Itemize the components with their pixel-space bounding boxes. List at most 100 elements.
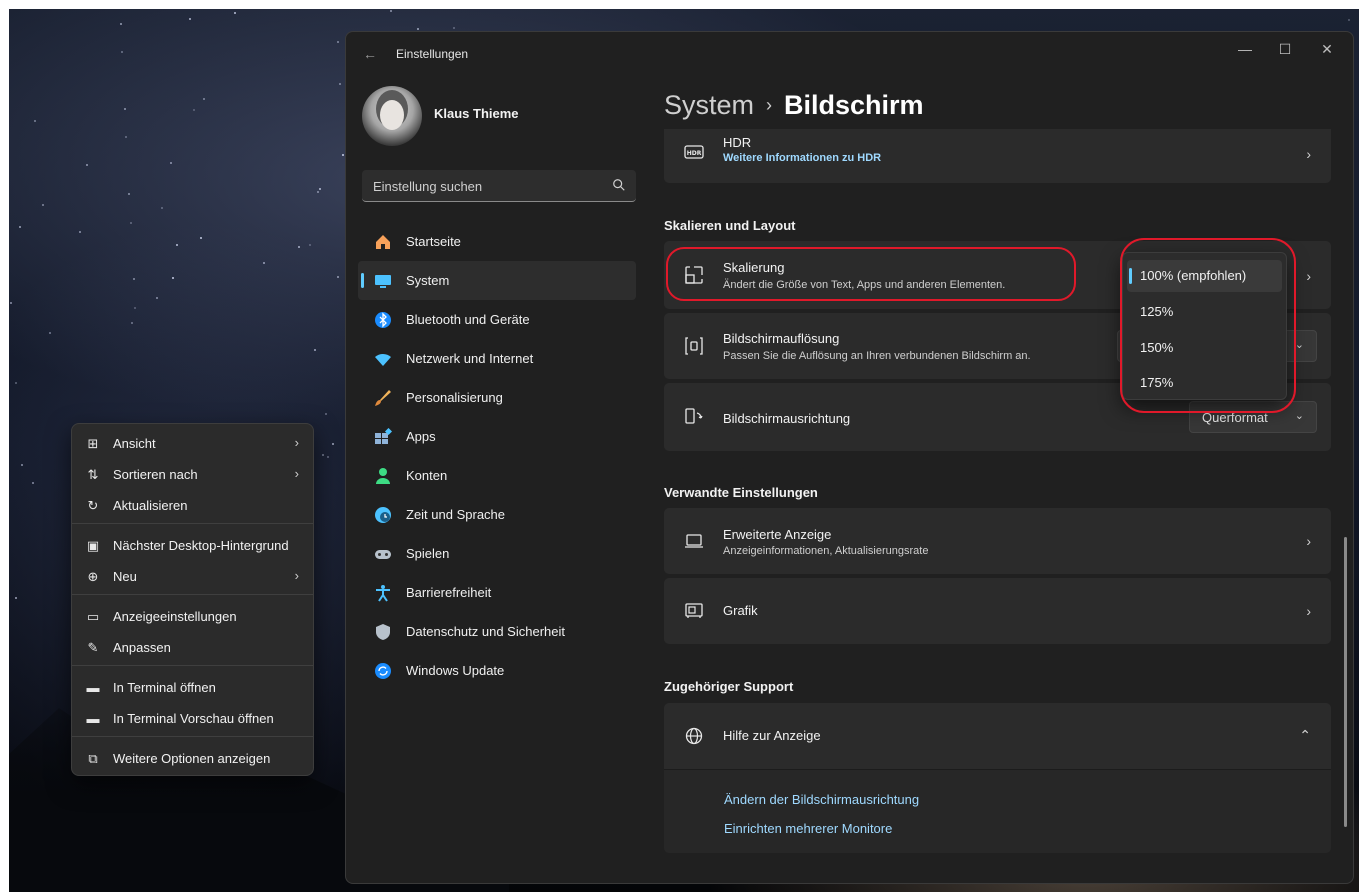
gamepad-icon	[375, 550, 391, 559]
desktop-context-menu: ⊞ Ansicht › ⇅ Sortieren nach › ↻ Aktualisier…	[71, 423, 314, 776]
sidebar-item-label: Konten	[406, 468, 448, 483]
scale-option-100[interactable]: 100% (empfohlen)	[1127, 260, 1282, 292]
orientation-title: Bildschirmausrichtung	[723, 411, 851, 426]
star	[161, 206, 163, 209]
hdr-title: HDR	[723, 135, 752, 150]
back-button[interactable]: ←	[360, 44, 380, 64]
star	[193, 108, 196, 111]
star	[34, 119, 37, 122]
context-menu-item-weitere-optionen-anzeigen[interactable]: ⧉ Weitere Optionen anzeigen	[76, 743, 311, 773]
context-menu-item-ansicht[interactable]: ⊞ Ansicht ›	[76, 428, 311, 458]
context-menu-separator	[72, 594, 313, 595]
context-menu-item-anpassen[interactable]: ✎ Anpassen	[76, 632, 311, 662]
brush-icon	[375, 390, 391, 406]
shield-icon	[376, 624, 390, 640]
context-menu-item-in-terminal-vorschau-öffnen[interactable]: ▬ In Terminal Vorschau öffnen	[76, 703, 311, 733]
sidebar-item-windows-update[interactable]: Windows Update	[358, 651, 636, 690]
orientation-value: Querformat	[1202, 410, 1268, 425]
chevron-right-icon: ›	[294, 568, 299, 583]
svg-text:HDR: HDR	[687, 150, 702, 157]
star	[121, 51, 124, 54]
star	[313, 349, 316, 352]
scale-option-label: 175%	[1140, 375, 1174, 390]
sidebar-item-barrierefreiheit[interactable]: Barrierefreiheit	[358, 573, 636, 612]
star	[390, 10, 393, 12]
sidebar-item-netzwerk-und-internet[interactable]: Netzwerk und Internet	[358, 339, 636, 378]
scale-option-label: 150%	[1140, 340, 1174, 355]
sidebar-item-apps[interactable]: Apps	[358, 417, 636, 456]
context-menu-item-nächster-desktop-hintergrund[interactable]: ▣ Nächster Desktop-Hintergrund	[76, 530, 311, 560]
context-menu-separator	[72, 736, 313, 737]
star	[119, 22, 122, 25]
sidebar-item-spielen[interactable]: Spielen	[358, 534, 636, 573]
star	[15, 597, 17, 600]
context-menu-item-aktualisieren[interactable]: ↻ Aktualisieren	[76, 490, 311, 520]
hdr-card[interactable]: HDR HDR Weitere Informationen zu HDR ›	[664, 129, 1331, 183]
chevron-right-icon: ›	[1306, 603, 1311, 619]
sidebar-item-label: Spielen	[406, 546, 450, 561]
star	[132, 278, 135, 281]
globe-clock-icon	[375, 507, 391, 523]
context-menu-label: Anpassen	[113, 640, 171, 655]
hdr-link[interactable]: Weitere Informationen zu HDR	[723, 152, 881, 164]
scale-option-label: 125%	[1140, 304, 1174, 319]
person-icon	[376, 468, 390, 484]
breadcrumb-parent[interactable]: System	[664, 90, 754, 120]
minimize-button[interactable]: —	[1225, 36, 1265, 66]
graphics-card[interactable]: Grafik ›	[664, 578, 1331, 644]
bluetooth-icon	[375, 312, 391, 328]
avatar[interactable]	[362, 86, 422, 146]
resolution-icon	[685, 337, 703, 355]
star	[298, 246, 301, 249]
link-change-orientation[interactable]: Ändern der Bildschirmausrichtung	[724, 792, 919, 807]
resolution-title: Bildschirmauflösung	[723, 331, 840, 346]
sidebar-item-datenschutz-und-sicherheit[interactable]: Datenschutz und Sicherheit	[358, 612, 636, 651]
close-button[interactable]: ✕	[1307, 36, 1347, 66]
sidebar-item-zeit-und-sprache[interactable]: Zeit und Sprache	[358, 495, 636, 534]
sidebar-item-startseite[interactable]: Startseite	[358, 222, 636, 261]
sidebar-item-label: Datenschutz und Sicherheit	[406, 624, 565, 639]
advanced-display-subtitle: Anzeigeinformationen, Aktualisierungsrat…	[723, 545, 929, 557]
advanced-display-title: Erweiterte Anzeige	[723, 527, 832, 542]
star	[321, 453, 324, 456]
sidebar-item-system[interactable]: System	[358, 261, 636, 300]
context-menu-item-sortieren-nach[interactable]: ⇅ Sortieren nach ›	[76, 459, 311, 489]
accessibility-icon	[376, 585, 390, 602]
star	[1348, 18, 1351, 21]
context-menu-icon: ⊞	[87, 436, 99, 451]
sidebar-item-bluetooth-und-geräte[interactable]: Bluetooth und Geräte	[358, 300, 636, 339]
scale-option-125[interactable]: 125%	[1127, 296, 1282, 328]
star	[175, 244, 178, 247]
scale-option-150[interactable]: 150%	[1127, 332, 1282, 364]
star	[263, 261, 266, 264]
section-related: Verwandte Einstellungen	[664, 485, 818, 500]
wifi-icon	[375, 353, 391, 366]
scaling-subtitle: Ändert die Größe von Text, Apps und ande…	[723, 279, 1006, 291]
orientation-dropdown[interactable]: Querformat ⌄	[1189, 401, 1317, 433]
maximize-button[interactable]: ☐	[1265, 36, 1305, 66]
star	[134, 306, 137, 309]
sidebar-item-personalisierung[interactable]: Personalisierung	[358, 378, 636, 417]
sidebar-item-konten[interactable]: Konten	[358, 456, 636, 495]
star	[189, 17, 192, 20]
sidebar-item-label: System	[406, 273, 450, 288]
star	[48, 332, 51, 335]
context-menu-item-in-terminal-öffnen[interactable]: ▬ In Terminal öffnen	[76, 672, 311, 702]
search-input[interactable]: Einstellung suchen	[362, 170, 636, 202]
sidebar-item-label: Personalisierung	[406, 390, 503, 405]
scrollbar[interactable]	[1344, 537, 1347, 827]
display-help-card[interactable]: Hilfe zur Anzeige ⌃	[664, 703, 1331, 769]
context-menu-icon: ⧉	[88, 751, 98, 766]
chevron-right-icon: ›	[294, 435, 299, 450]
scaling-dropdown-popup: 100% (empfohlen) 125% 150% 175%	[1122, 252, 1287, 400]
scale-option-175[interactable]: 175%	[1127, 367, 1282, 399]
link-multiple-monitors[interactable]: Einrichten mehrerer Monitore	[724, 821, 892, 836]
section-scale-layout: Skalieren und Layout	[664, 218, 796, 233]
graphics-card-icon	[685, 603, 703, 618]
advanced-display-card[interactable]: Erweiterte Anzeige Anzeigeinformationen,…	[664, 508, 1331, 574]
sidebar-item-label: Netzwerk und Internet	[406, 351, 534, 366]
star	[331, 443, 334, 446]
context-menu-item-neu[interactable]: ⊕ Neu ›	[76, 561, 311, 591]
context-menu-item-anzeigeeinstellungen[interactable]: ▭ Anzeigeeinstellungen	[76, 601, 311, 631]
title-bar: ← Einstellungen — ☐ ✕	[346, 32, 1353, 76]
